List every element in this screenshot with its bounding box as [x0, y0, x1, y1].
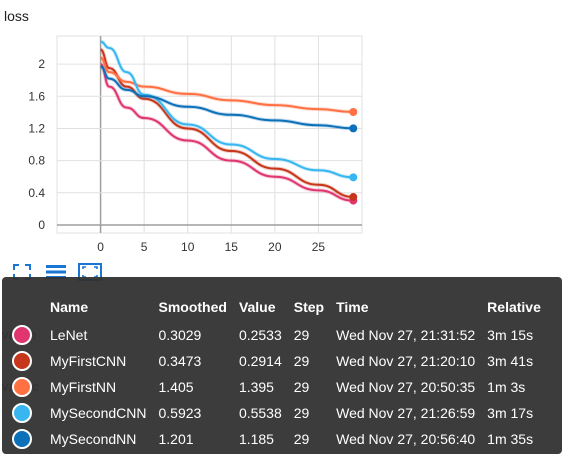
header-time: Time — [336, 298, 369, 315]
run-name: MySecondCNN — [50, 405, 147, 421]
raw-value: 1.395 — [238, 379, 274, 395]
y-tick-label: 1.6 — [28, 89, 45, 103]
step-value: 29 — [293, 405, 310, 421]
series-point-MySecondNN — [349, 124, 358, 133]
smoothed-value: 0.3473 — [158, 353, 202, 369]
raw-value: 0.2914 — [238, 353, 282, 369]
relative-value: 3m 41s — [487, 353, 534, 369]
tooltip-row: LeNet 0.3029 0.2533 29 Wed Nov 27, 21:31… — [12, 322, 549, 348]
tooltip-row: MyFirstCNN 0.3473 0.2914 29 Wed Nov 27, … — [12, 348, 549, 374]
y-tick-label: 2 — [38, 57, 45, 71]
tooltip-row: MySecondNN 1.201 1.185 29 Wed Nov 27, 20… — [12, 426, 549, 452]
swatch-header — [12, 297, 46, 322]
y-tick-label: 1.2 — [28, 121, 45, 135]
relative-value: 3m 15s — [487, 327, 534, 343]
header-smoothed: Smoothed — [158, 298, 227, 315]
x-tick-label: 20 — [268, 240, 282, 254]
series-point-MyFirstNN — [349, 107, 358, 116]
series-color-swatch — [12, 325, 32, 345]
step-value: 29 — [293, 431, 310, 447]
tooltip-row: MySecondCNN 0.5923 0.5538 29 Wed Nov 27,… — [12, 400, 549, 426]
x-tick-label: 10 — [181, 240, 195, 254]
step-value: 29 — [293, 379, 310, 395]
step-value: 29 — [293, 327, 310, 343]
time-value: Wed Nov 27, 21:20:10 — [336, 353, 476, 369]
tooltip-header-row: Name Smoothed Value Step Time Relative — [12, 297, 549, 322]
x-tick-label: 5 — [141, 240, 148, 254]
smoothed-value: 1.201 — [158, 431, 194, 447]
relative-value: 1m 35s — [487, 431, 534, 447]
run-name: MySecondNN — [50, 431, 137, 447]
tooltip-table: Name Smoothed Value Step Time Relative L… — [12, 297, 549, 452]
header-name: Name — [50, 298, 89, 315]
series-point-MySecondCNN — [349, 173, 358, 182]
series-color-swatch — [12, 351, 32, 371]
time-value: Wed Nov 27, 21:26:59 — [336, 405, 476, 421]
y-tick-label: 0.8 — [28, 154, 45, 168]
run-name: MyFirstNN — [50, 379, 117, 395]
relative-value: 1m 3s — [487, 379, 526, 395]
series-color-swatch — [12, 403, 32, 423]
header-relative: Relative — [487, 298, 541, 315]
relative-value: 3m 17s — [487, 405, 534, 421]
loss-chart[interactable]: 0 5 10 15 20 25 0 0.4 0.8 1.2 1.6 2 — [0, 0, 565, 262]
raw-value: 0.2533 — [238, 327, 282, 343]
series-line-MyFirstNN — [100, 56, 354, 113]
series-point-MyFirstCNN — [349, 193, 358, 202]
chart-tooltip: Name Smoothed Value Step Time Relative L… — [2, 277, 562, 454]
smoothed-value: 0.5923 — [158, 405, 202, 421]
raw-value: 0.5538 — [238, 405, 282, 421]
time-value: Wed Nov 27, 20:50:35 — [336, 379, 476, 395]
x-tick-label: 0 — [97, 240, 104, 254]
run-name: MyFirstCNN — [50, 353, 127, 369]
smoothed-value: 0.3029 — [158, 327, 202, 343]
run-name: LeNet — [50, 327, 88, 343]
raw-value: 1.185 — [238, 431, 274, 447]
series-color-swatch — [12, 429, 32, 449]
y-tick-label: 0 — [38, 218, 45, 232]
time-value: Wed Nov 27, 20:56:40 — [336, 431, 476, 447]
time-value: Wed Nov 27, 21:31:52 — [336, 327, 476, 343]
x-tick-label: 25 — [312, 240, 326, 254]
series-color-swatch — [12, 377, 32, 397]
y-tick-label: 0.4 — [28, 186, 45, 200]
header-value: Value — [238, 298, 276, 315]
tooltip-row: MyFirstNN 1.405 1.395 29 Wed Nov 27, 20:… — [12, 374, 549, 400]
smoothed-value: 1.405 — [158, 379, 194, 395]
step-value: 29 — [293, 353, 310, 369]
x-tick-label: 15 — [225, 240, 239, 254]
header-step: Step — [293, 298, 325, 315]
